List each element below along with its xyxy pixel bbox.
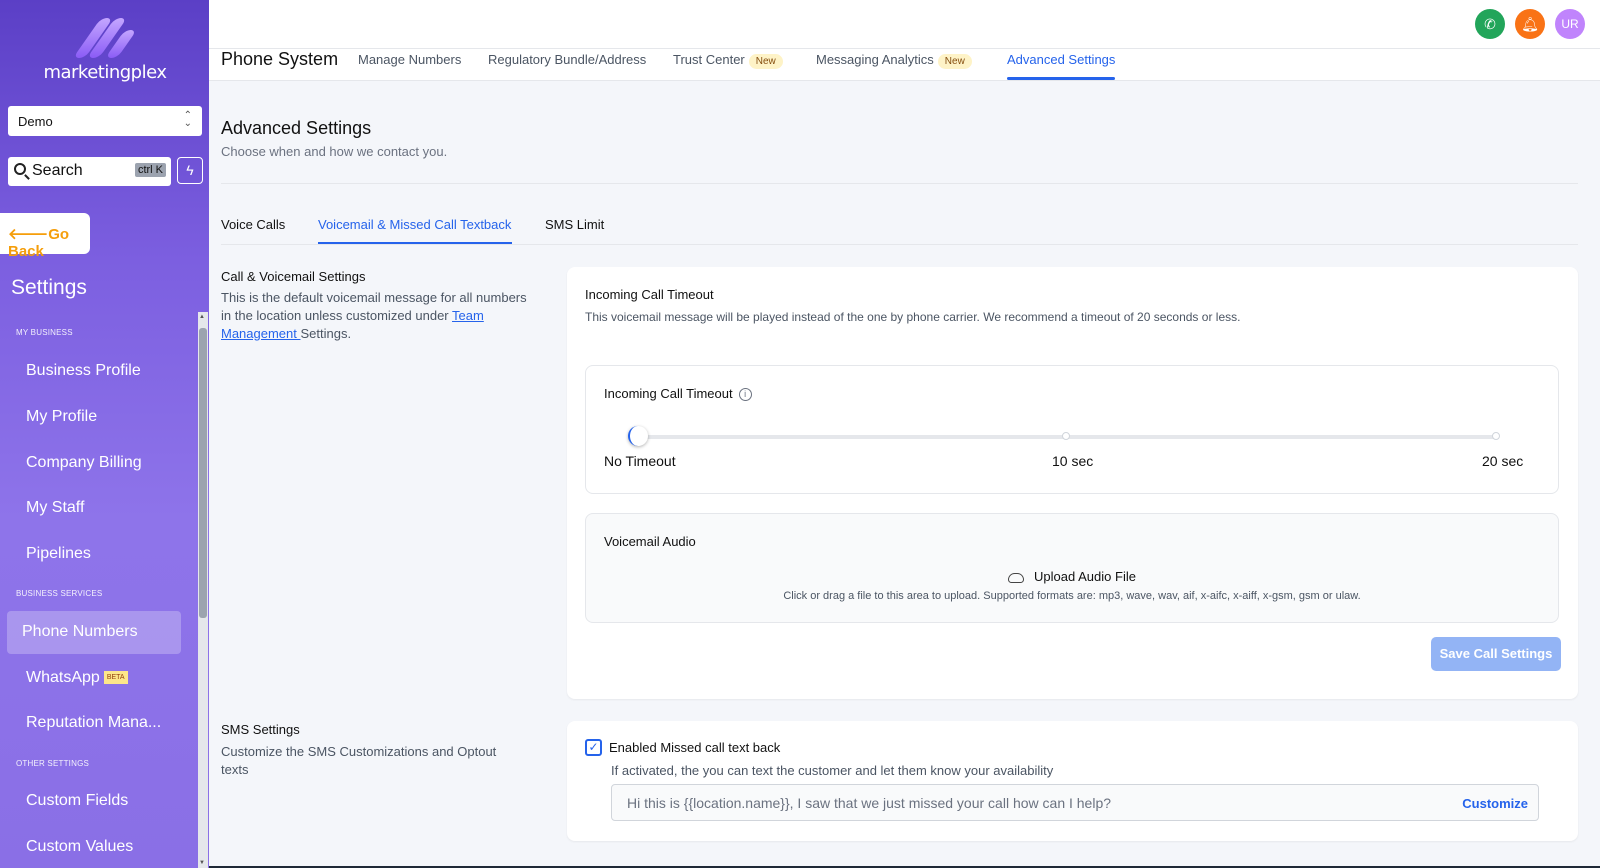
sidebar-item-business-profile[interactable]: Business Profile	[26, 362, 141, 380]
tab-sms-limit[interactable]: SMS Limit	[545, 217, 604, 232]
page-subtitle: Choose when and how we contact you.	[221, 144, 448, 159]
slider-stop[interactable]	[1062, 432, 1070, 440]
call-settings-card: Incoming Call Timeout This voicemail mes…	[567, 267, 1578, 699]
call-section-heading: Call & Voicemail Settings	[221, 269, 366, 284]
logo-icon	[72, 18, 137, 58]
new-badge: New	[937, 54, 972, 69]
tab-manage-numbers[interactable]: Manage Numbers	[358, 52, 461, 67]
description-text: Settings.	[300, 326, 352, 341]
upload-audio-button[interactable]: Upload Audio File	[586, 569, 1558, 584]
tab-regulatory-bundle[interactable]: Regulatory Bundle/Address	[488, 52, 646, 67]
timeout-slider-handle[interactable]	[628, 426, 648, 446]
top-bar: ✆ 🔔︎ UR	[209, 0, 1600, 49]
quick-action-button[interactable]: ϟ	[177, 157, 203, 184]
phone-icon[interactable]: ✆	[1475, 9, 1505, 39]
timeout-slider-track[interactable]	[632, 432, 1500, 440]
sidebar: marketingplex Demo ⌃ ⌄ Search ctrl K ϟ 🡐G…	[0, 0, 209, 868]
search-icon	[14, 163, 26, 175]
logo[interactable]: marketingplex	[40, 18, 170, 88]
tab-advanced-settings[interactable]: Advanced Settings	[1007, 52, 1115, 67]
active-tab-indicator	[1007, 77, 1115, 80]
save-call-settings-button[interactable]: Save Call Settings	[1431, 637, 1561, 671]
avatar[interactable]: UR	[1555, 9, 1585, 39]
bell-icon[interactable]: 🔔︎	[1515, 9, 1545, 39]
tab-voice-calls[interactable]: Voice Calls	[221, 217, 285, 232]
voicemail-audio-title: Voicemail Audio	[604, 534, 696, 549]
timeout-card-title: Incoming Call Timeout	[585, 287, 714, 302]
section-other-settings: OTHER SETTINGS	[16, 759, 90, 768]
timeout-slider-box: Incoming Call Timeout i No Timeout 10 sec…	[585, 365, 1559, 494]
missed-call-textback-checkbox[interactable]: ✓	[585, 739, 602, 756]
sidebar-item-custom-fields[interactable]: Custom Fields	[26, 792, 128, 810]
divider	[221, 183, 1578, 184]
sidebar-title: Settings	[11, 276, 87, 299]
section-title: Phone System	[221, 49, 339, 69]
sidebar-item-label: Phone Numbers	[22, 623, 138, 640]
textback-message-field[interactable]: Hi this is {{location.name}}, I saw that…	[611, 784, 1539, 821]
upload-hint: Click or drag a file to this area to upl…	[783, 590, 1361, 602]
section-business-services: BUSINESS SERVICES	[16, 589, 103, 598]
slider-tick-label: No Timeout	[604, 453, 676, 469]
sidebar-item-whatsapp[interactable]: WhatsApp BETA	[26, 669, 128, 687]
timeout-card-description: This voicemail message will be played in…	[585, 310, 1241, 324]
scroll-up-icon[interactable]: ▲	[199, 314, 205, 320]
sidebar-item-phone-numbers[interactable]: Phone Numbers	[7, 611, 181, 654]
sms-settings-card: ✓ Enabled Missed call text back If activ…	[567, 721, 1578, 841]
textback-message: Hi this is {{location.name}}, I saw that…	[627, 795, 1112, 811]
checkbox-label: Enabled Missed call text back	[609, 740, 781, 755]
sms-section-heading: SMS Settings	[221, 722, 300, 737]
checkmark-icon: ✓	[588, 740, 599, 754]
bolt-icon: ϟ	[186, 162, 194, 178]
divider	[221, 244, 1578, 245]
slider-tick-label: 10 sec	[1052, 453, 1094, 469]
phone-system-nav: Phone System Manage Numbers Regulatory B…	[209, 49, 1600, 81]
customize-button[interactable]: Customize	[1462, 796, 1528, 811]
search-shortcut: ctrl K	[134, 163, 166, 177]
checkbox-description: If activated, the you can text the custo…	[611, 763, 1054, 778]
sidebar-item-reputation[interactable]: Reputation Mana...	[26, 714, 161, 732]
upload-cloud-icon	[1008, 572, 1025, 583]
slider-label-text: Incoming Call Timeout	[604, 386, 733, 401]
info-icon[interactable]: i	[738, 388, 752, 402]
slider-stop[interactable]	[1492, 432, 1500, 440]
new-badge: New	[748, 54, 783, 69]
arrow-left-icon: 🡐	[8, 226, 49, 243]
logo-text: marketingplex	[43, 62, 167, 83]
search-input[interactable]: Search ctrl K	[8, 157, 171, 186]
sidebar-item-my-staff[interactable]: My Staff	[26, 499, 84, 517]
beta-badge: BETA	[103, 671, 128, 685]
slider-tick-label: 20 sec	[1482, 453, 1524, 469]
location-select[interactable]: Demo ⌃ ⌄	[8, 106, 202, 136]
sidebar-item-pipelines[interactable]: Pipelines	[26, 545, 91, 563]
location-value: Demo	[18, 114, 53, 129]
page-title: Advanced Settings	[221, 118, 372, 138]
voicemail-audio-dropzone[interactable]: Voicemail Audio Upload Audio File Click …	[585, 513, 1559, 623]
sms-section-description: Customize the SMS Customizations and Opt…	[221, 744, 497, 777]
slider-label: Incoming Call Timeout i	[604, 386, 752, 402]
sidebar-item-company-billing[interactable]: Company Billing	[26, 454, 142, 472]
sidebar-item-my-profile[interactable]: My Profile	[26, 408, 97, 426]
sidebar-scrollbar[interactable]: ▲ ▼	[198, 312, 208, 868]
sidebar-item-custom-values[interactable]: Custom Values	[26, 838, 133, 856]
section-my-business: MY BUSINESS	[16, 328, 73, 337]
tab-label: Trust Center	[673, 52, 745, 67]
go-back-button[interactable]: 🡐Go Back	[0, 213, 90, 260]
tab-trust-center[interactable]: Trust Center New	[673, 52, 783, 69]
sidebar-item-label: WhatsApp	[26, 669, 100, 686]
tab-label: Messaging Analytics	[816, 52, 934, 67]
search-placeholder: Search	[32, 162, 83, 179]
upload-label: Upload Audio File	[1034, 569, 1136, 584]
scroll-down-icon[interactable]: ▼	[199, 860, 205, 866]
tab-voicemail[interactable]: Voicemail & Missed Call Textback	[318, 217, 511, 232]
tab-messaging-analytics[interactable]: Messaging Analytics New	[816, 52, 972, 69]
call-section-description: This is the default voicemail message fo…	[221, 289, 531, 343]
scrollbar-thumb[interactable]	[199, 328, 207, 618]
select-chevron-icon: ⌃ ⌄	[183, 110, 192, 129]
